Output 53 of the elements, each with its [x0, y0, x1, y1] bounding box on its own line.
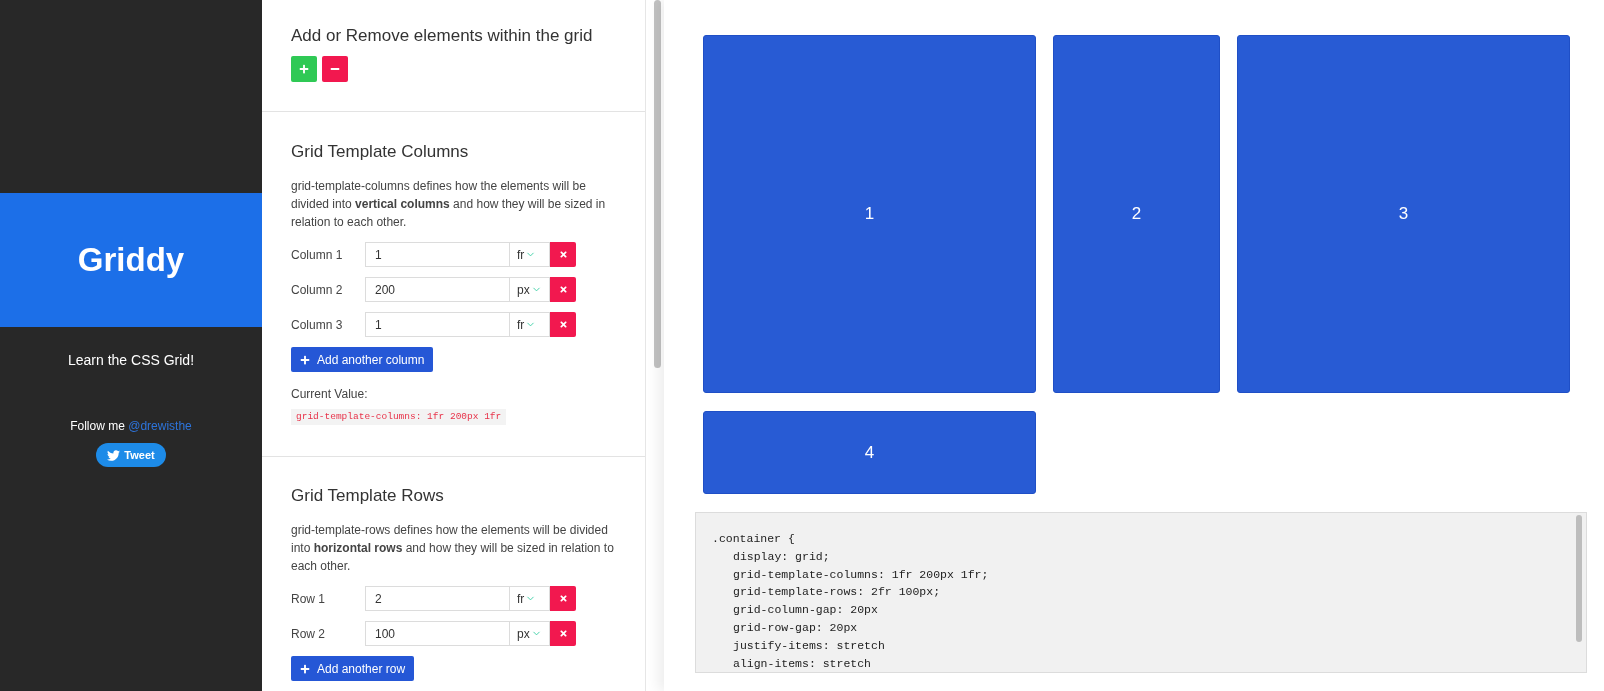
- current-value-label: Current Value:: [291, 386, 369, 402]
- add-track-button[interactable]: Add another row: [291, 656, 415, 681]
- follow-text: Follow me @drewisthe: [70, 418, 192, 434]
- code-line: justify-items: stretch: [732, 637, 885, 654]
- close-icon: [558, 285, 568, 294]
- section-description: grid-template-rows defines how the elements will be divided into horizontal rows and how they will be sized in relation to each other.: [291, 522, 615, 575]
- code-line: grid-row-gap: 20px: [732, 620, 858, 636]
- grid-item: 2: [1053, 35, 1220, 393]
- close-icon: [558, 594, 568, 603]
- track-label: Column 3: [291, 316, 344, 334]
- plus-icon: [300, 354, 310, 365]
- section-description: grid-template-columns defines how the elements will be divided into vertical columns and how they will be sized in relation to each other.: [291, 178, 607, 231]
- bird-icon: [107, 448, 121, 462]
- section-heading: Grid Template Rows: [291, 485, 445, 507]
- tweet-button[interactable]: Tweet: [96, 443, 166, 467]
- remove-track-button[interactable]: [550, 586, 576, 611]
- remove-track-button[interactable]: [550, 621, 576, 646]
- track-value-input[interactable]: 1: [365, 312, 510, 337]
- current-value-code: grid-template-columns: 1fr 200px 1fr: [291, 409, 507, 425]
- scrollbar-thumb[interactable]: [654, 0, 661, 368]
- remove-track-button[interactable]: [550, 242, 576, 267]
- track-label: Column 2: [291, 281, 344, 299]
- section-heading: Add or Remove elements within the grid: [291, 25, 594, 47]
- close-icon: [558, 250, 568, 259]
- track-label: Row 1: [291, 590, 326, 608]
- add-element-button[interactable]: [291, 56, 317, 82]
- remove-track-button[interactable]: [550, 312, 576, 337]
- scrollbar-thumb[interactable]: [1576, 515, 1582, 642]
- code-line: .container {: [712, 531, 795, 547]
- plus-icon: [300, 663, 310, 674]
- close-icon: [558, 320, 568, 329]
- code-line: grid-column-gap: 20px: [732, 602, 878, 619]
- track-label: Row 2: [291, 625, 326, 643]
- track-value-input[interactable]: 100: [365, 621, 510, 646]
- grid-item: 1: [703, 35, 1036, 393]
- code-line: grid-template-rows: 2fr 100px;: [732, 584, 941, 601]
- app-title: Griddy: [77, 240, 185, 281]
- track-value-input[interactable]: 200: [365, 277, 510, 302]
- track-value-input[interactable]: 1: [365, 242, 510, 267]
- grid-item: 4: [703, 411, 1036, 494]
- add-track-button[interactable]: Add another column: [291, 347, 434, 372]
- grid-item: 3: [1237, 35, 1570, 393]
- track-value-input[interactable]: 2: [365, 586, 510, 611]
- code-line: display: grid;: [732, 548, 830, 565]
- code-line: grid-template-columns: 1fr 200px 1fr;: [732, 566, 989, 583]
- plus-icon: [299, 64, 309, 74]
- remove-element-button[interactable]: [322, 56, 348, 82]
- section-heading: Grid Template Columns: [291, 141, 470, 163]
- close-icon: [558, 629, 568, 638]
- track-label: Column 1: [291, 246, 344, 264]
- remove-track-button[interactable]: [550, 277, 576, 302]
- code-line: align-items: stretch: [732, 655, 872, 672]
- tagline: Learn the CSS Grid!: [67, 351, 195, 370]
